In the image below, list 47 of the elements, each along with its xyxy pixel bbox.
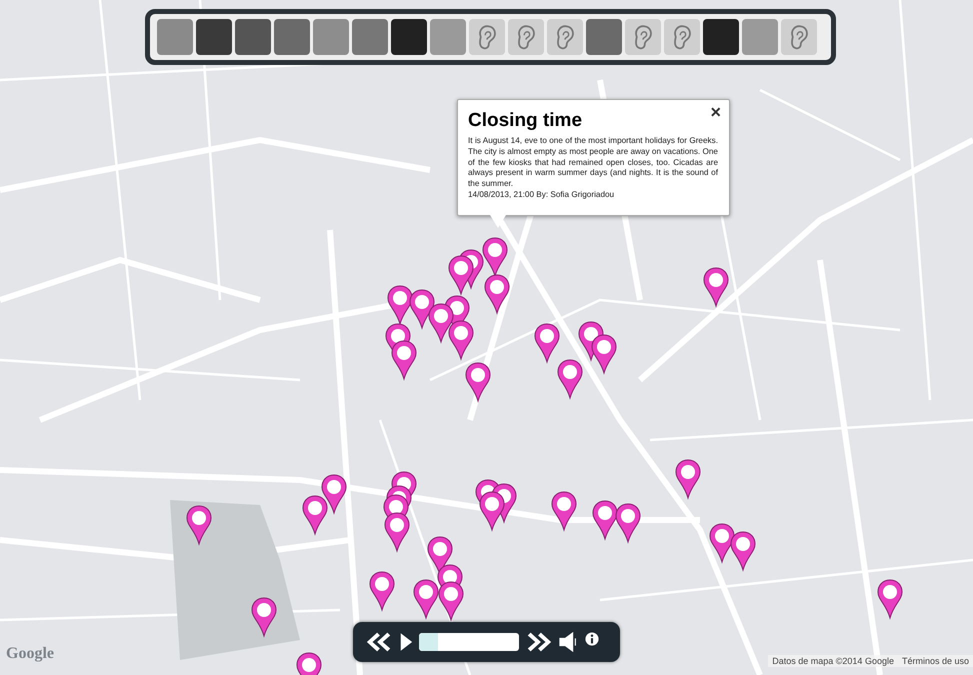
rewind-icon[interactable] xyxy=(365,631,393,653)
photo-thumbnail[interactable] xyxy=(352,19,388,55)
photo-thumbnail[interactable] xyxy=(157,19,193,55)
map-pin-cluster-icon[interactable] xyxy=(386,286,474,380)
ear-thumbnail[interactable] xyxy=(625,19,661,55)
map-pin-icon[interactable] xyxy=(878,580,902,618)
ear-thumbnail[interactable] xyxy=(508,19,544,55)
map-pin-icon[interactable] xyxy=(252,598,276,636)
terms-link[interactable]: Términos de uso xyxy=(902,656,969,666)
map-logo: Google xyxy=(6,645,54,663)
ear-thumbnail[interactable] xyxy=(781,19,817,55)
ear-thumbnail[interactable] xyxy=(547,19,583,55)
photo-thumbnail[interactable] xyxy=(586,19,622,55)
map-pin-cluster-icon[interactable] xyxy=(302,474,346,534)
map-pin-icon[interactable] xyxy=(186,506,212,544)
photo-thumbnail[interactable] xyxy=(235,19,271,55)
map-pin-cluster-icon[interactable] xyxy=(534,322,616,398)
map-pin-icon[interactable] xyxy=(370,572,394,610)
map-pin-icon[interactable] xyxy=(552,492,576,530)
map-pin-icon[interactable] xyxy=(466,362,490,402)
map-pin-icon[interactable] xyxy=(704,268,728,306)
photo-thumbnail[interactable] xyxy=(313,19,349,55)
ear-thumbnail[interactable] xyxy=(469,19,505,55)
map-pin-cluster-icon[interactable] xyxy=(414,536,464,620)
popup-description: It is August 14, eve to one of the most important holidays for Greeks. The city is almost empty as most people are away on vacations. One of the few kiosks that had remained open closes, too. Cicadas are always present in warm summer days (and nights. It is the sound of the summer. xyxy=(468,136,718,190)
map-pin-icon[interactable] xyxy=(296,652,322,675)
progress-track[interactable] xyxy=(419,633,519,651)
photo-thumbnail[interactable] xyxy=(391,19,427,55)
photo-thumbnail[interactable] xyxy=(430,19,466,55)
photo-thumbnail[interactable] xyxy=(196,19,232,55)
map-pin-cluster-icon[interactable] xyxy=(592,500,640,542)
photo-thumbnail[interactable] xyxy=(274,19,310,55)
map-pin-cluster-icon[interactable] xyxy=(710,524,756,570)
close-button[interactable]: × xyxy=(707,102,724,123)
map-attribution: Datos de mapa ©2014 Google xyxy=(772,656,894,666)
map-pin-icon[interactable] xyxy=(676,460,700,498)
popup-title: Closing time xyxy=(468,110,584,132)
map-pin-cluster-icon[interactable] xyxy=(476,480,516,530)
info-icon[interactable] xyxy=(585,632,599,646)
map-pin-cluster-icon[interactable] xyxy=(384,472,416,552)
play-icon[interactable] xyxy=(399,631,413,653)
popup-date-author: 14/08/2013, 21:00 By: Sofia Grigoriadou xyxy=(468,190,616,201)
ear-thumbnail[interactable] xyxy=(664,19,700,55)
photo-thumbnail[interactable] xyxy=(703,19,739,55)
fast-forward-icon[interactable] xyxy=(525,631,553,653)
photo-thumbnail[interactable] xyxy=(742,19,778,55)
speaker-icon[interactable] xyxy=(559,631,579,653)
